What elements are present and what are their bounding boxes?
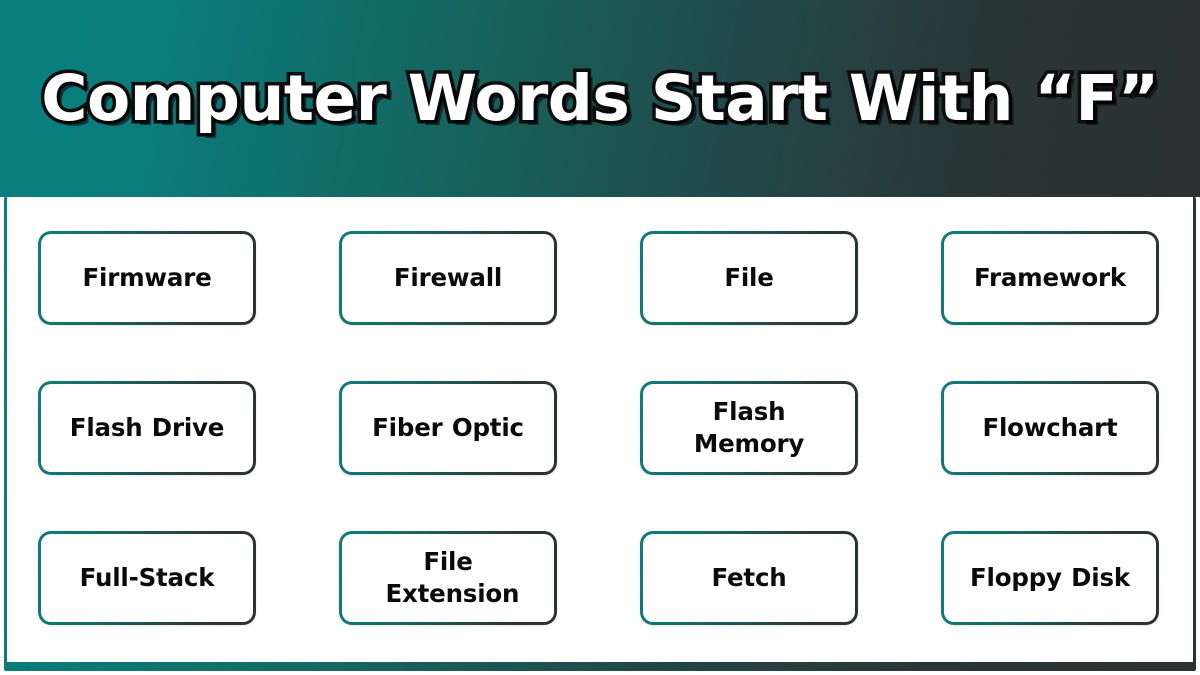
word-card-label: Flash Drive — [69, 412, 225, 442]
word-card[interactable]: Flash Memory — [640, 381, 858, 475]
word-card[interactable]: File Extension — [339, 531, 557, 625]
word-card[interactable]: Flash Drive — [38, 381, 256, 475]
word-card-label: Full-Stack — [79, 562, 215, 592]
word-card-grid: Firmware Firewall File Framework Flash Drive… — [38, 231, 1163, 625]
word-card-face: Flash Drive — [41, 384, 253, 472]
page-title: Computer Words Start With “F” — [38, 62, 1163, 135]
word-card[interactable]: Flowchart — [941, 381, 1159, 475]
panel-inner-surface: Firmware Firewall File Framework Flash Drive… — [7, 197, 1193, 662]
word-card[interactable]: Fiber Optic — [339, 381, 557, 475]
word-card-label: Framework — [974, 262, 1126, 292]
word-card-face: File Extension — [342, 534, 554, 622]
word-card-label: File — [724, 262, 774, 292]
word-card[interactable]: Framework — [941, 231, 1159, 325]
word-card-label: Fiber Optic — [372, 412, 524, 442]
word-card-label: Fetch — [711, 562, 787, 592]
word-card-label: Flowchart — [982, 412, 1118, 442]
content-panel: Firmware Firewall File Framework Flash Drive… — [0, 197, 1200, 675]
word-card[interactable]: Fetch — [640, 531, 858, 625]
word-card-face: Flowchart — [944, 384, 1156, 472]
word-card-face: Fetch — [643, 534, 855, 622]
word-card-face: Flash Memory — [643, 384, 855, 472]
word-card[interactable]: Full-Stack — [38, 531, 256, 625]
word-card[interactable]: Floppy Disk — [941, 531, 1159, 625]
header-banner: Computer Words Start With “F” — [0, 0, 1200, 197]
infographic-root: Computer Words Start With “F” Firmware Fi… — [0, 0, 1200, 675]
word-card-face: Full-Stack — [41, 534, 253, 622]
word-card-face: Firmware — [41, 234, 253, 322]
word-card-label: Flash Memory — [693, 396, 805, 458]
word-card-label: Firewall — [393, 262, 503, 292]
word-card-label: Firmware — [82, 262, 212, 292]
word-card-face: Framework — [944, 234, 1156, 322]
word-card-face: Fiber Optic — [342, 384, 554, 472]
word-card[interactable]: Firewall — [339, 231, 557, 325]
word-card-label: Floppy Disk — [970, 562, 1130, 592]
word-card[interactable]: Firmware — [38, 231, 256, 325]
word-card[interactable]: File — [640, 231, 858, 325]
word-card-face: Firewall — [342, 234, 554, 322]
word-card-face: File — [643, 234, 855, 322]
word-card-label: File Extension — [385, 546, 520, 608]
panel-gradient-frame: Firmware Firewall File Framework Flash Drive… — [4, 197, 1196, 671]
word-card-face: Floppy Disk — [944, 534, 1156, 622]
